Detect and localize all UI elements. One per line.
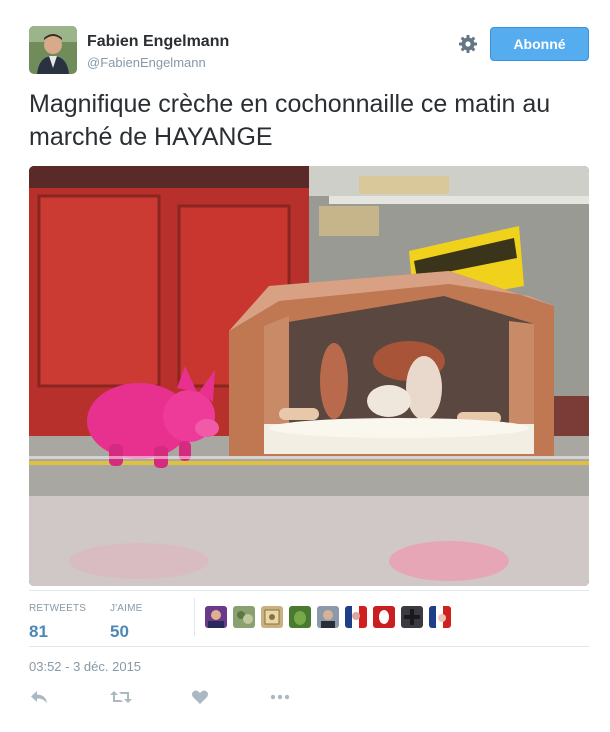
author-avatar[interactable] [29, 26, 77, 74]
heart-icon[interactable] [191, 688, 215, 708]
author-handle[interactable]: @FabienEngelmann [87, 55, 206, 70]
divider [194, 598, 195, 636]
more-icon[interactable] [269, 688, 293, 708]
liker-avatar[interactable] [261, 606, 283, 628]
liker-avatar[interactable] [317, 606, 339, 628]
retweets-stat[interactable]: RETWEETS 81 [29, 603, 86, 642]
tweet-photo[interactable] [29, 166, 589, 586]
retweet-icon[interactable] [109, 688, 133, 708]
divider [29, 646, 589, 647]
divider [29, 590, 589, 591]
liker-avatar[interactable] [205, 606, 227, 628]
reply-icon[interactable] [29, 688, 53, 708]
follow-button[interactable]: Abonné [490, 27, 589, 61]
likes-stat[interactable]: J'AIME 50 [110, 603, 143, 642]
liker-avatar[interactable] [401, 606, 423, 628]
liker-avatar[interactable] [233, 606, 255, 628]
tweet-timestamp[interactable]: 03:52 - 3 déc. 2015 [29, 659, 141, 674]
retweets-label: RETWEETS [29, 603, 87, 614]
liker-avatars [205, 606, 457, 628]
gear-icon[interactable] [457, 33, 479, 55]
liker-avatar[interactable] [429, 606, 451, 628]
liker-avatar[interactable] [289, 606, 311, 628]
author-name[interactable]: Fabien Engelmann [87, 33, 229, 51]
retweets-count[interactable]: 81 [29, 622, 86, 642]
tweet-text: Magnifique crèche en cochonnaille ce mat… [29, 90, 551, 151]
liker-avatar[interactable] [345, 606, 367, 628]
liker-avatar[interactable] [373, 606, 395, 628]
likes-label: J'AIME [110, 603, 143, 614]
likes-count[interactable]: 50 [110, 622, 143, 642]
